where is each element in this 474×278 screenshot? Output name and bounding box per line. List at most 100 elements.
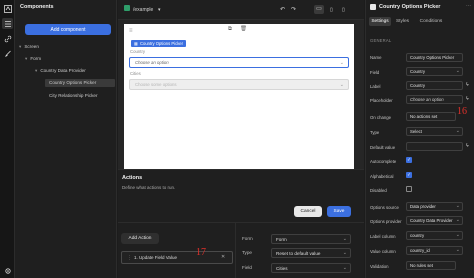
form-select-value: Form: [276, 236, 287, 242]
form-select[interactable]: Form ⌄: [271, 234, 351, 244]
delete-icon[interactable]: 🗑: [240, 26, 247, 32]
action-list-item[interactable]: ⋮ 1. Update Field Value: [121, 251, 233, 264]
placeholder-input[interactable]: Choose an option: [406, 95, 463, 104]
chevron-down-icon: ⌄: [455, 68, 460, 74]
actions-title: Actions: [122, 175, 143, 181]
options-source-value: Data provider: [410, 204, 436, 209]
country-label: Country: [130, 49, 146, 54]
disabled-label: Disabled: [370, 188, 387, 193]
validation-rules-button[interactable]: No rules set: [406, 261, 456, 270]
tree-label: Form: [30, 56, 42, 61]
mobile-icon[interactable]: ▯: [342, 7, 345, 13]
cities-label: Cities: [130, 71, 141, 76]
tag-label: Country Options Picker: [139, 41, 184, 46]
name-input[interactable]: Country Options Picker: [406, 53, 463, 62]
cities-placeholder: Choose some options: [135, 82, 177, 87]
components-title: Components: [20, 4, 54, 10]
add-component-button[interactable]: Add component: [25, 24, 111, 35]
autocomplete-checkbox[interactable]: ✓: [406, 157, 412, 163]
field-select[interactable]: Country ⌄: [406, 67, 463, 76]
section-general: GENERAL: [370, 38, 392, 43]
tab-conditions[interactable]: Conditions: [416, 17, 446, 26]
options-provider-value: Country Data Provider: [410, 218, 453, 223]
tree-item-city-relationship-picker[interactable]: City Relationship Picker: [49, 93, 98, 98]
label-column-select[interactable]: country ⌄: [406, 231, 463, 240]
binding-bolt-icon[interactable]: ϟ: [466, 82, 469, 88]
binding-bolt-icon[interactable]: ϟ: [466, 143, 469, 149]
binding-bolt-icon[interactable]: ϟ: [466, 96, 469, 102]
value-column-select[interactable]: country_id ⌄: [406, 246, 463, 255]
type-select[interactable]: Select ⌄: [406, 127, 463, 136]
drag-handle-icon[interactable]: ⋮: [127, 255, 132, 261]
duplicate-icon[interactable]: ⧉: [228, 26, 232, 33]
more-options-icon[interactable]: ⋯: [466, 3, 471, 9]
chevron-down-icon: ⌄: [339, 60, 344, 66]
actions-description: Define what actions to run.: [122, 185, 176, 190]
country-placeholder: Choose an option: [135, 60, 169, 65]
tree-item-country-options-picker[interactable]: Country Options Picker: [45, 79, 115, 87]
tree-label: Country Options Picker: [49, 80, 97, 85]
value-column-label: Value column: [370, 249, 396, 254]
screen-path[interactable]: /example: [133, 7, 153, 13]
menu-icon[interactable]: ≡: [129, 28, 133, 34]
tree-item-screen[interactable]: ▾ Screen: [19, 44, 39, 50]
close-icon[interactable]: ✕: [221, 254, 225, 260]
value-column-value: country_id: [410, 248, 430, 253]
options-provider-select[interactable]: Country Data Provider ⌄: [406, 216, 463, 225]
prop-label-form: Form: [242, 236, 253, 241]
desktop-icon[interactable]: ▭: [314, 5, 324, 14]
add-action-button[interactable]: Add Action: [121, 233, 159, 244]
cities-select[interactable]: Choose some options ⌄: [129, 79, 349, 90]
tab-settings[interactable]: Settings: [369, 17, 391, 26]
brush-icon[interactable]: [2, 48, 13, 59]
field-select[interactable]: Cities ⌄: [271, 263, 351, 273]
type-value: Select: [410, 129, 422, 134]
disabled-checkbox[interactable]: [406, 186, 412, 192]
chevron-down-icon: ⌄: [342, 250, 347, 256]
label-input[interactable]: Country: [406, 81, 463, 90]
label-column-label: Label column: [370, 234, 396, 239]
tree-label: Screen: [24, 44, 39, 49]
default-value-label: Default value: [370, 145, 396, 150]
component-icon: [370, 4, 376, 10]
redo-icon[interactable]: ↷: [291, 6, 296, 13]
chevron-down-icon[interactable]: ▾: [158, 7, 161, 13]
validation-label: Validation: [370, 264, 389, 269]
onchange-label: On change: [370, 115, 392, 120]
default-value-input[interactable]: [406, 142, 463, 151]
link-icon[interactable]: [2, 33, 13, 44]
options-provider-label: Options provider: [370, 219, 402, 224]
page-preview: ≡ ⧉ 🗑 ▦ Country Options Picker Country Ch…: [124, 24, 354, 169]
divider: [235, 223, 236, 278]
chevron-down-icon: ▾: [19, 44, 22, 49]
onchange-actions-button[interactable]: No actions set: [406, 112, 456, 121]
options-source-select[interactable]: Data provider ⌄: [406, 202, 463, 211]
chevron-down-icon: ⌄: [342, 265, 347, 271]
field-select-value: Cities: [276, 265, 288, 271]
grid-icon: ▦: [134, 41, 138, 46]
label-column-value: country: [410, 233, 425, 238]
chevron-down-icon: ▾: [35, 68, 38, 73]
alphabetical-checkbox[interactable]: ✓: [406, 172, 412, 178]
canvas-toolbar: /example ▾ ↶ ↷ ▭ ▯ ▯: [118, 0, 364, 20]
name-label: Name: [370, 55, 382, 60]
save-button[interactable]: Save: [327, 206, 351, 217]
chevron-down-icon: ⌄: [455, 203, 460, 209]
chevron-down-icon: ⌄: [455, 232, 460, 238]
tree-item-form[interactable]: ▾ Form: [25, 56, 41, 62]
settings-gear-icon[interactable]: [2, 265, 13, 276]
cancel-button[interactable]: Cancel: [294, 206, 322, 217]
field-value: Country: [410, 69, 426, 74]
tree-item-country-data-provider[interactable]: ▾ Country Data Provider: [35, 68, 86, 74]
chevron-down-icon: ⌄: [455, 128, 460, 134]
tab-styles[interactable]: Styles: [394, 17, 411, 26]
undo-icon[interactable]: ↶: [280, 6, 285, 13]
type-select-value: Reset to default value: [276, 250, 321, 256]
selected-component-tag[interactable]: ▦ Country Options Picker: [131, 40, 187, 47]
placeholder-label: Placeholder: [370, 98, 393, 103]
type-select[interactable]: Reset to default value ⌄: [271, 248, 351, 258]
country-select[interactable]: Choose an option ⌄: [129, 57, 349, 68]
chevron-down-icon: ⌄: [455, 247, 460, 253]
components-tree-icon[interactable]: [2, 18, 13, 29]
tablet-icon[interactable]: ▯: [330, 7, 333, 13]
